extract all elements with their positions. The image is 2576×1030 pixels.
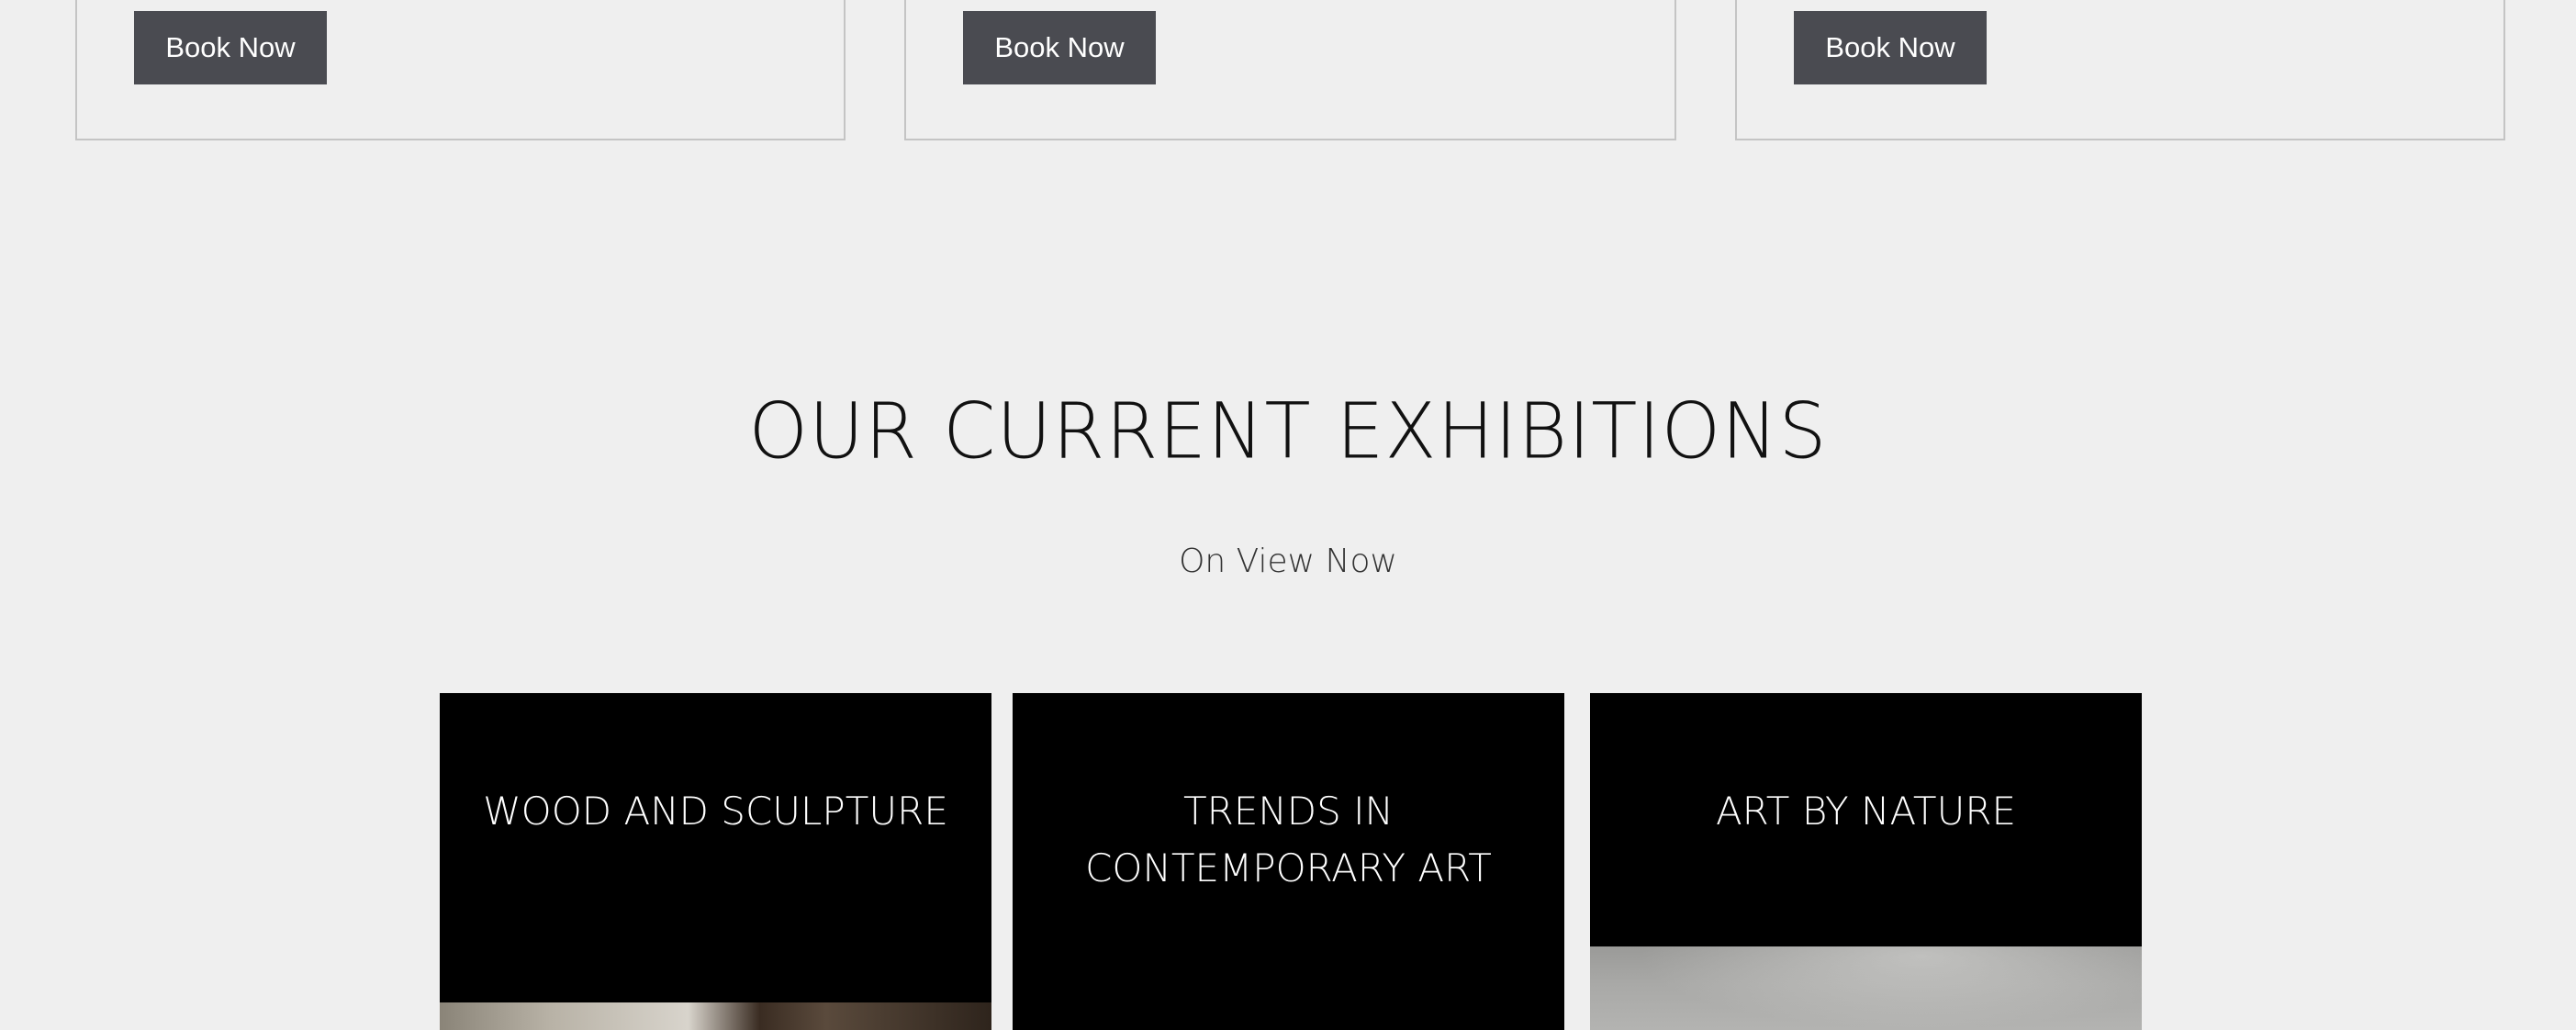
book-now-button[interactable]: Book Now [963,11,1156,84]
page: Book Now Book Now Book Now OUR CURRENT E… [0,0,2576,1030]
booking-card: Book Now [904,0,1676,140]
exhibition-tile-title: WOOD AND SCULPTURE [483,789,948,834]
exhibition-image [1590,946,2142,1030]
book-now-button[interactable]: Book Now [1794,11,1987,84]
exhibition-tile-wood-and-sculpture[interactable]: WOOD AND SCULPTURE [440,693,991,1030]
book-now-button[interactable]: Book Now [134,11,327,84]
exhibition-tile-trends-in-contemporary-art[interactable]: TRENDS IN CONTEMPORARY ART [1013,693,1564,1030]
exhibition-tile-art-by-nature[interactable]: ART BY NATURE [1590,693,2142,1030]
booking-card: Book Now [75,0,846,140]
exhibitions-section-subtitle: On View Now [1179,543,1397,580]
exhibition-tile-title: TRENDS IN CONTEMPORARY ART [1085,789,1492,890]
exhibition-tile-title: ART BY NATURE [1715,789,2017,834]
exhibitions-section-title: OUR CURRENT EXHIBITIONS [748,387,1828,476]
booking-card: Book Now [1735,0,2505,140]
exhibition-image [440,1002,991,1030]
